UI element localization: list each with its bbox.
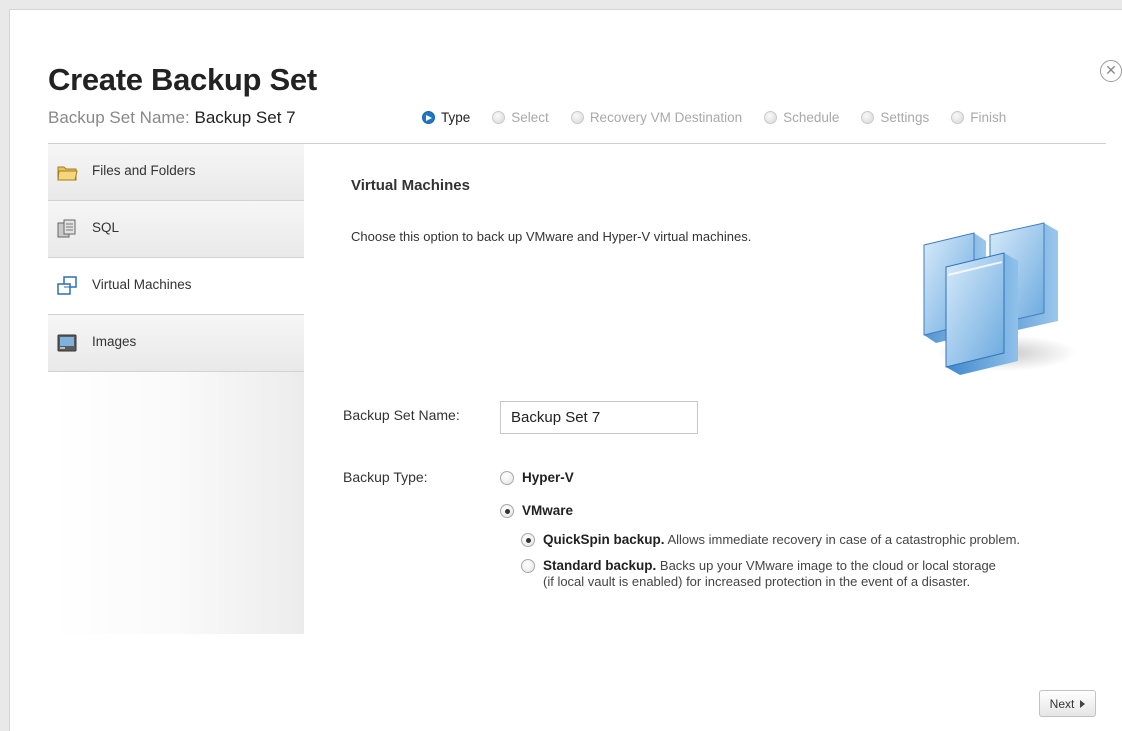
step-type[interactable]: Type — [422, 110, 470, 125]
step-pending-icon — [492, 111, 506, 124]
step-label: Select — [511, 110, 549, 125]
vmware-radio[interactable] — [500, 504, 514, 518]
hyperv-label: Hyper-V — [522, 470, 574, 485]
step-current-icon — [422, 111, 435, 124]
standard-radio[interactable] — [521, 559, 535, 573]
quickspin-description: Allows immediate recovery in case of a c… — [667, 532, 1021, 547]
virtual-machines-icon — [57, 276, 77, 295]
step-label: Schedule — [783, 110, 840, 125]
standard-description-line2: (if local vault is enabled) for increase… — [543, 574, 971, 589]
step-select[interactable]: Select — [492, 110, 549, 125]
dialog-title: Create Backup Set — [48, 62, 317, 97]
standard-label: Standard backup. — [543, 558, 657, 573]
create-backup-set-dialog: ✕ Create Backup Set Backup Set Name: Bac… — [9, 9, 1122, 731]
section-description: Choose this option to back up VMware and… — [351, 229, 752, 244]
step-pending-icon — [764, 111, 778, 124]
step-pending-icon — [951, 111, 965, 124]
sidebar-item-label: Files and Folders — [92, 163, 196, 178]
standard-description-line1: Backs up your VMware image to the cloud … — [659, 558, 996, 573]
next-button[interactable]: Next — [1039, 690, 1096, 717]
sidebar-item-images[interactable]: Images — [48, 315, 304, 372]
hyperv-radio[interactable] — [500, 471, 514, 485]
step-label: Recovery VM Destination — [589, 110, 743, 125]
vmware-label: VMware — [522, 503, 574, 518]
standard-text: Standard backup. Backs up your VMware im… — [543, 558, 996, 590]
sidebar-item-files-and-folders[interactable]: Files and Folders — [48, 144, 304, 201]
sidebar-item-label: Images — [92, 334, 137, 349]
sidebar-item-label: Virtual Machines — [92, 277, 192, 292]
step-label: Finish — [970, 110, 1007, 125]
quickspin-option[interactable]: QuickSpin backup. Allows immediate recov… — [521, 532, 1020, 547]
next-label: Next — [1049, 696, 1075, 711]
database-icon — [57, 219, 76, 238]
step-settings[interactable]: Settings — [861, 110, 929, 125]
wizard-steps: Type Select Recovery VM Destination Sche… — [422, 110, 1006, 125]
chevron-right-icon — [1080, 699, 1086, 708]
backup-set-name-input[interactable] — [500, 401, 698, 434]
step-label: Type — [441, 110, 471, 125]
backup-type-sidebar: Files and Folders SQL Virtual Machines I… — [48, 144, 304, 634]
quickspin-radio[interactable] — [521, 533, 535, 547]
step-schedule[interactable]: Schedule — [764, 110, 839, 125]
backup-set-name-label: Backup Set Name: — [343, 407, 460, 423]
step-pending-icon — [861, 111, 875, 124]
step-pending-icon — [570, 111, 584, 124]
quickspin-label: QuickSpin backup. — [543, 532, 665, 547]
disk-image-icon — [57, 334, 77, 352]
sidebar-item-sql[interactable]: SQL — [48, 201, 304, 258]
hyperv-option[interactable]: Hyper-V — [500, 470, 574, 485]
backup-type-label: Backup Type: — [343, 469, 428, 485]
vmware-option[interactable]: VMware — [500, 503, 573, 518]
section-title: Virtual Machines — [351, 177, 470, 194]
folder-icon — [57, 166, 78, 181]
sidebar-item-label: SQL — [92, 220, 120, 235]
standard-option[interactable]: Standard backup. Backs up your VMware im… — [521, 558, 996, 590]
virtual-machines-illustration-icon — [923, 222, 1076, 375]
subtitle-label: Backup Set Name: — [48, 108, 190, 127]
step-label: Settings — [880, 110, 930, 125]
sidebar-item-virtual-machines[interactable]: Virtual Machines — [48, 258, 304, 315]
step-finish[interactable]: Finish — [951, 110, 1006, 125]
close-icon[interactable]: ✕ — [1100, 60, 1122, 82]
quickspin-text: QuickSpin backup. Allows immediate recov… — [543, 532, 1020, 547]
subtitle-value: Backup Set 7 — [194, 108, 296, 127]
backup-set-name-subtitle: Backup Set Name: Backup Set 7 — [48, 108, 296, 128]
step-recovery-vm-destination[interactable]: Recovery VM Destination — [570, 110, 743, 125]
